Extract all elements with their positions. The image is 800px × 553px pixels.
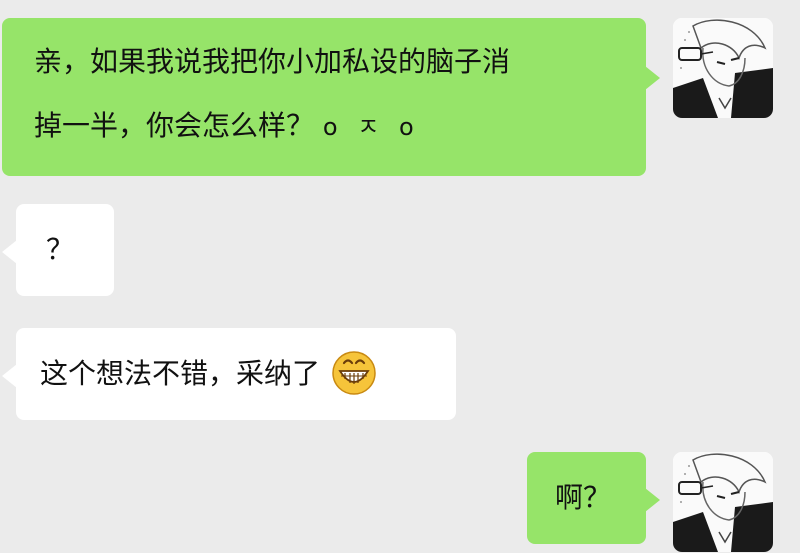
grinning-face-icon: [332, 351, 376, 395]
message-text: 掉一半，你会怎么样？: [34, 109, 315, 142]
received-message-bubble[interactable]: 这个想法不错，采纳了: [2, 328, 456, 420]
user-avatar[interactable]: [673, 18, 773, 118]
anime-avatar-icon: [673, 18, 773, 118]
message-text: 啊？: [555, 481, 612, 514]
message-text: ？: [46, 233, 75, 266]
message-text-line: 亲，如果我说我把你小加私设的脑子消: [34, 45, 511, 78]
message-text: 这个想法不错，采纳了: [40, 357, 321, 390]
sent-message-bubble[interactable]: 啊？: [527, 452, 660, 544]
message-text-line: 掉一半，你会怎么样？ o ㅈ o: [34, 94, 646, 159]
received-message-bubble[interactable]: ？: [2, 204, 114, 296]
message-content: 这个想法不错，采纳了: [40, 342, 456, 406]
kaomoji: o ㅈ o: [322, 113, 420, 141]
user-avatar[interactable]: [673, 452, 773, 552]
sent-message-bubble[interactable]: 亲，如果我说我把你小加私设的脑子消 掉一半，你会怎么样？ o ㅈ o: [2, 18, 660, 176]
anime-avatar-icon: [673, 452, 773, 552]
